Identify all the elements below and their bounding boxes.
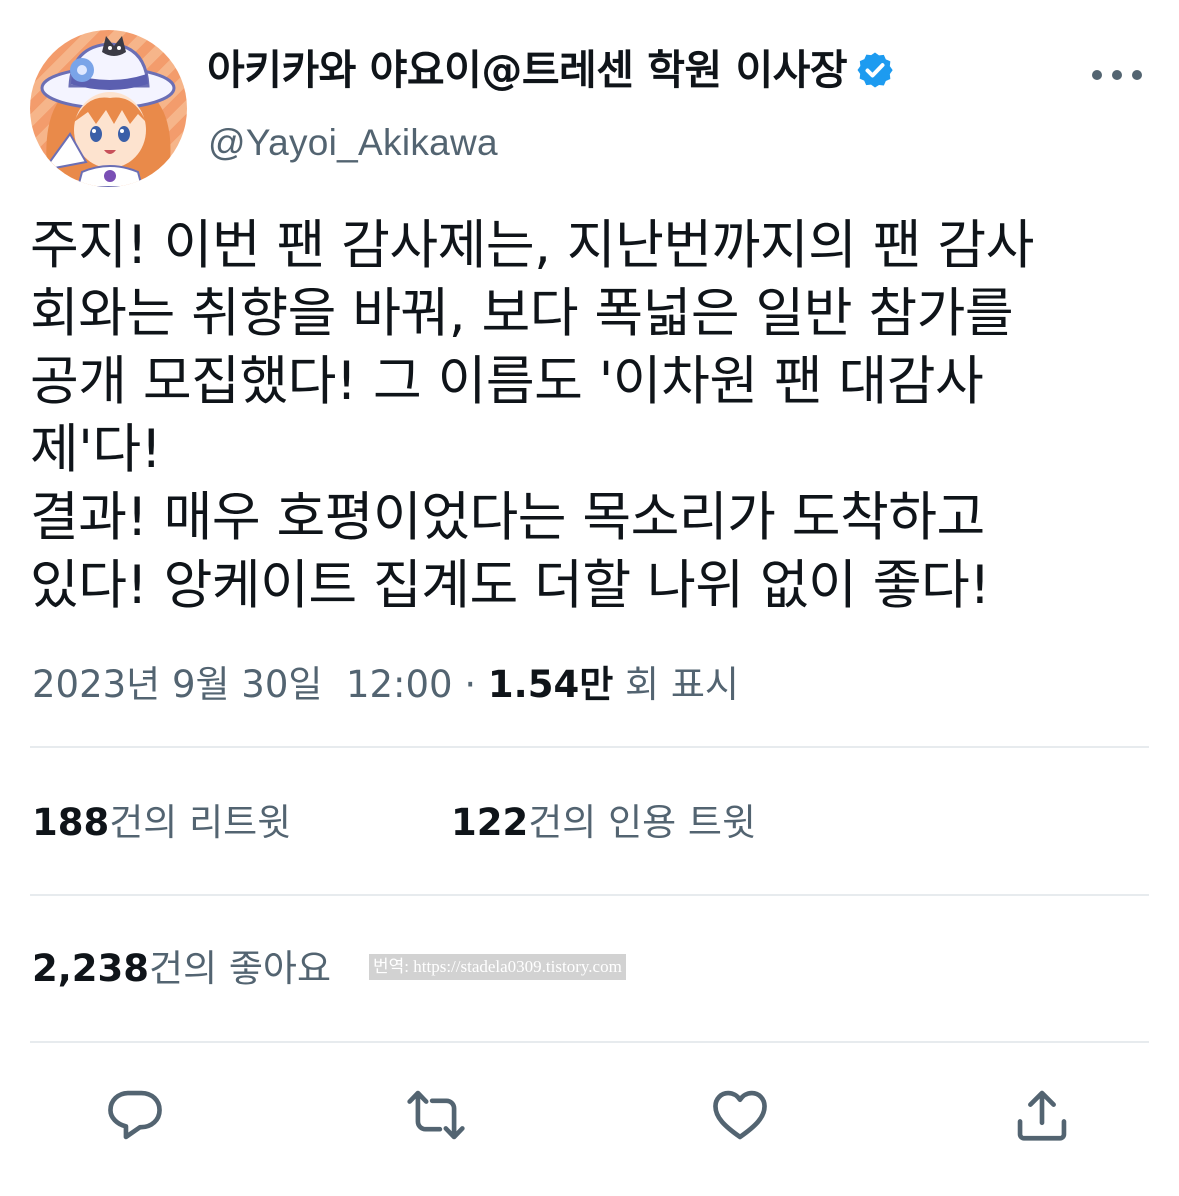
tweet-text: 주지! 이번 팬 감사제는, 지난번까지의 팬 감사 회와는 취향을 바꿔, 보… — [30, 212, 1160, 620]
reply-button[interactable] — [104, 1084, 166, 1146]
views-count: 1.54만 — [487, 663, 614, 706]
retweet-icon — [407, 1090, 465, 1140]
tweet-line: 주지! 이번 팬 감사제는, 지난번까지의 팬 감사 — [30, 215, 1034, 276]
more-options-icon[interactable] — [1092, 60, 1142, 90]
verified-badge-icon — [857, 52, 893, 88]
heart-icon — [713, 1090, 767, 1140]
quotes-count: 122 — [451, 801, 529, 844]
views-label: 회 표시 — [625, 663, 739, 706]
tweet-line: 공개 모집했다! 그 이름도 '이차원 팬 대감사 — [30, 351, 984, 412]
meta-separator: · — [464, 663, 477, 706]
divider — [30, 1041, 1149, 1043]
divider — [30, 894, 1149, 896]
share-button[interactable] — [1011, 1084, 1073, 1146]
retweets-stat[interactable]: 188건의 리트윗 — [32, 798, 291, 848]
author-name-row[interactable]: 아키카와 야요이@트레센 학원 이사장 — [207, 40, 895, 100]
tweet-line: 결과! 매우 호평이었다는 목소리가 도착하고 — [30, 487, 985, 548]
like-button[interactable] — [709, 1084, 771, 1146]
tweet-time[interactable]: 12:00 — [346, 663, 453, 706]
likes-count: 2,238 — [32, 947, 150, 990]
user-handle[interactable]: @Yayoi_Akikawa — [208, 118, 498, 168]
retweet-button[interactable] — [405, 1084, 467, 1146]
quotes-label: 건의 인용 트윗 — [528, 801, 756, 844]
share-icon — [1017, 1090, 1067, 1141]
tweet-line: 제'다! — [30, 419, 162, 480]
likes-label: 건의 좋아요 — [149, 947, 332, 990]
more-dot — [1132, 70, 1142, 80]
divider — [30, 746, 1149, 748]
display-name[interactable]: 아키카와 야요이@트레센 학원 이사장 — [207, 40, 848, 100]
reply-icon — [108, 1090, 162, 1140]
tweet-line: 회와는 취향을 바꿔, 보다 폭넓은 일반 참가를 — [30, 283, 1014, 344]
more-dot — [1092, 70, 1102, 80]
retweets-label: 건의 리트윗 — [109, 801, 292, 844]
translation-watermark: 번역: https://stadela0309.tistory.com — [369, 954, 626, 980]
more-dot — [1112, 70, 1122, 80]
likes-stat[interactable]: 2,238건의 좋아요 — [32, 944, 331, 994]
tweet-date[interactable]: 2023년 9월 30일 — [32, 663, 322, 706]
quotes-stat[interactable]: 122건의 인용 트윗 — [451, 798, 756, 848]
tweet-line: 있다! 앙케이트 집계도 더할 나위 없이 좋다! — [30, 555, 991, 616]
tweet-meta: 2023년 9월 30일 12:00 · 1.54만 회 표시 — [32, 660, 739, 710]
anime-girl-avatar — [40, 36, 176, 187]
retweets-count: 188 — [32, 801, 110, 844]
avatar[interactable] — [30, 30, 187, 187]
